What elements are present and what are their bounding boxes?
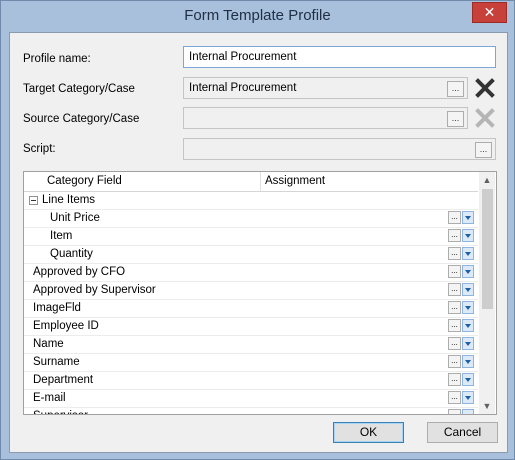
- row-browse-button[interactable]: ...: [448, 283, 461, 296]
- table-row[interactable]: Unit Price...: [24, 210, 478, 228]
- table-row[interactable]: Approved by Supervisor...: [24, 282, 478, 300]
- row-label: Unit Price: [50, 212, 100, 224]
- table-row[interactable]: Supervisor...: [24, 408, 478, 414]
- table-row[interactable]: Employee ID...: [24, 318, 478, 336]
- grid-header: Category Field Assignment: [24, 172, 478, 192]
- window-title: Form Template Profile: [184, 7, 331, 24]
- script-browse-button[interactable]: ...: [475, 142, 492, 158]
- row-label: Surname: [33, 356, 80, 368]
- row-browse-button[interactable]: ...: [448, 409, 461, 414]
- title-bar[interactable]: Form Template Profile ✕: [1, 1, 514, 31]
- row-label: Employee ID: [33, 320, 99, 332]
- dropdown-arrow-icon[interactable]: [462, 391, 474, 404]
- field-assignment-grid: Category Field Assignment Line Items Unit…: [23, 171, 497, 415]
- table-row[interactable]: Line Items: [24, 192, 478, 210]
- grid-rows: Line Items Unit Price... Item... Quantity..…: [24, 192, 478, 414]
- table-row[interactable]: Name...: [24, 336, 478, 354]
- scroll-up-icon[interactable]: ▲: [479, 172, 495, 188]
- row-browse-button[interactable]: ...: [448, 301, 461, 314]
- row-browse-button[interactable]: ...: [448, 337, 461, 350]
- scrollbar-thumb[interactable]: [482, 189, 493, 309]
- table-row[interactable]: Surname...: [24, 354, 478, 372]
- row-browse-button[interactable]: ...: [448, 355, 461, 368]
- source-browse-button[interactable]: ...: [447, 111, 464, 127]
- script-label: Script:: [23, 143, 56, 155]
- dropdown-arrow-icon[interactable]: [462, 211, 474, 224]
- table-row[interactable]: Department...: [24, 372, 478, 390]
- ok-button[interactable]: OK: [333, 422, 404, 443]
- row-label: E-mail: [33, 392, 66, 404]
- script-field[interactable]: [183, 138, 496, 160]
- source-category-label: Source Category/Case: [23, 113, 140, 125]
- table-row[interactable]: E-mail...: [24, 390, 478, 408]
- row-browse-button[interactable]: ...: [448, 265, 461, 278]
- profile-name-label: Profile name:: [23, 53, 91, 65]
- row-label: Supervisor: [33, 408, 88, 414]
- close-button[interactable]: ✕: [472, 2, 507, 23]
- table-row[interactable]: ImageFld...: [24, 300, 478, 318]
- row-browse-button[interactable]: ...: [448, 391, 461, 404]
- dropdown-arrow-icon[interactable]: [462, 373, 474, 386]
- table-row[interactable]: Quantity...: [24, 246, 478, 264]
- dropdown-arrow-icon[interactable]: [462, 283, 474, 296]
- row-browse-button[interactable]: ...: [448, 373, 461, 386]
- dropdown-arrow-icon[interactable]: [462, 301, 474, 314]
- grid-scrollbar[interactable]: ▲ ▼: [479, 172, 495, 414]
- dialog-window: Form Template Profile ✕ Profile name: In…: [0, 0, 515, 460]
- column-header-assignment[interactable]: Assignment: [265, 175, 325, 187]
- row-label: Approved by CFO: [33, 266, 126, 278]
- dropdown-arrow-icon[interactable]: [462, 355, 474, 368]
- clear-source-icon: [475, 108, 495, 128]
- table-row[interactable]: Approved by CFO...: [24, 264, 478, 282]
- row-label: Name: [33, 338, 64, 350]
- row-label: Department: [33, 374, 94, 386]
- target-browse-button[interactable]: ...: [447, 81, 464, 97]
- source-category-field[interactable]: [183, 107, 468, 129]
- scroll-down-icon[interactable]: ▼: [479, 398, 495, 414]
- row-browse-button[interactable]: ...: [448, 211, 461, 224]
- dropdown-arrow-icon[interactable]: [462, 247, 474, 260]
- dropdown-arrow-icon[interactable]: [462, 409, 474, 414]
- row-browse-button[interactable]: ...: [448, 319, 461, 332]
- target-category-field[interactable]: Internal Procurement: [183, 77, 468, 99]
- dropdown-arrow-icon[interactable]: [462, 319, 474, 332]
- row-browse-button[interactable]: ...: [448, 229, 461, 242]
- row-label: Item: [50, 230, 73, 242]
- column-header-category-field[interactable]: Category Field: [47, 175, 122, 187]
- profile-name-input[interactable]: Internal Procurement: [183, 46, 496, 68]
- dropdown-arrow-icon[interactable]: [462, 265, 474, 278]
- column-divider[interactable]: [260, 172, 261, 191]
- row-browse-button[interactable]: ...: [448, 247, 461, 260]
- target-category-label: Target Category/Case: [23, 83, 135, 95]
- dialog-body: Profile name: Internal Procurement Targe…: [9, 32, 508, 453]
- table-row[interactable]: Item...: [24, 228, 478, 246]
- dropdown-arrow-icon[interactable]: [462, 229, 474, 242]
- dropdown-arrow-icon[interactable]: [462, 337, 474, 350]
- row-label: ImageFld: [33, 302, 81, 314]
- row-label: Approved by Supervisor: [33, 284, 156, 296]
- row-label: Quantity: [50, 248, 93, 260]
- collapse-icon[interactable]: [29, 196, 38, 205]
- clear-target-icon[interactable]: [475, 78, 495, 98]
- cancel-button[interactable]: Cancel: [427, 422, 498, 443]
- row-label: Line Items: [42, 194, 96, 206]
